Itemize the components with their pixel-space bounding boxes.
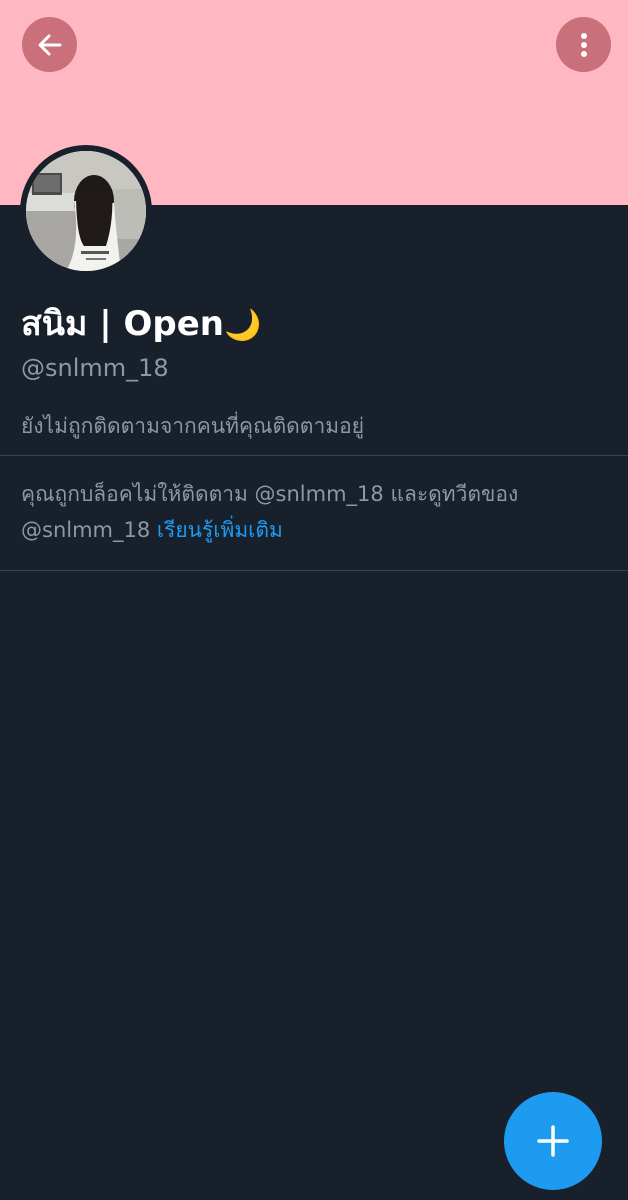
plus-icon [537,1125,569,1157]
arrow-left-icon [38,34,61,55]
more-options-button[interactable] [556,17,611,72]
blocked-notice: คุณถูกบล็อคไม่ให้ติดตาม @snlmm_18 และดูท… [21,476,611,548]
moon-emoji-icon: 🌙 [224,308,262,343]
display-name: สนิม | Open🌙 [21,302,261,348]
display-name-text: สนิม | Open [21,304,225,344]
profile-handle: @snlmm_18 [21,354,169,382]
divider [0,455,628,456]
divider [0,570,628,571]
more-vertical-icon [580,32,587,57]
learn-more-link[interactable]: เรียนรู้เพิ่มเติม [157,518,283,542]
back-button[interactable] [22,17,77,72]
avatar-photo [26,151,146,271]
follow-status-text: ยังไม่ถูกติดตามจากคนที่คุณติดตามอยู่ [21,414,364,438]
compose-tweet-button[interactable] [504,1092,602,1190]
avatar[interactable] [26,151,146,271]
